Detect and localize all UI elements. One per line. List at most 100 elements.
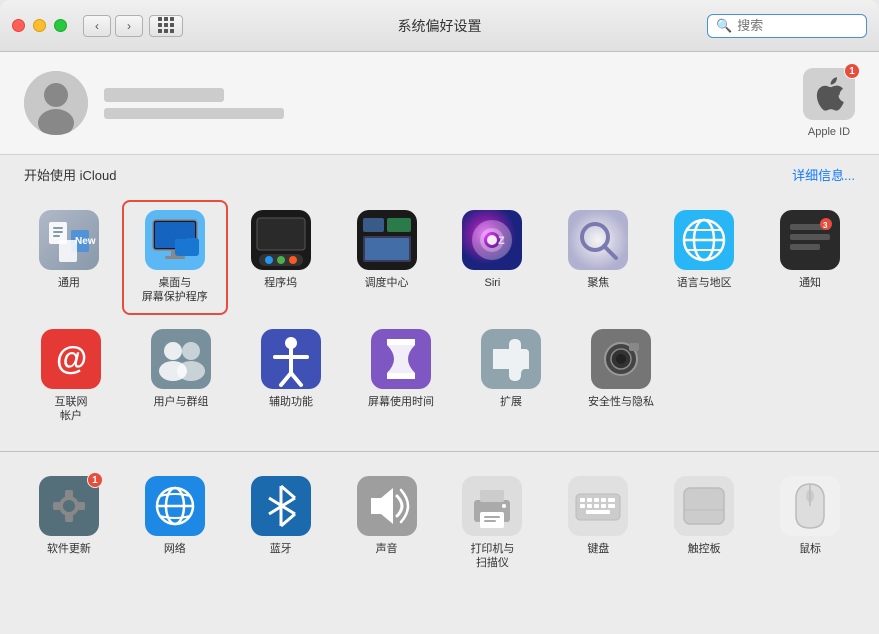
bottom-section: 1 软件更新 网络 (0, 456, 879, 595)
forward-button[interactable]: › (115, 15, 143, 37)
icon-item-mission[interactable]: 调度中心 (334, 200, 440, 315)
icon-item-security[interactable]: 安全性与隐私 (566, 319, 676, 434)
titlebar: ‹ › 系统偏好设置 🔍 (0, 0, 879, 52)
spotlight-icon (568, 210, 628, 270)
nav-buttons: ‹ › (83, 15, 143, 37)
icon-item-screentime[interactable]: 屏幕使用时间 (346, 319, 456, 434)
users-label: 用户与群组 (154, 395, 209, 409)
icon-item-printer[interactable]: 打印机与扫描仪 (440, 466, 546, 581)
icon-item-spotlight[interactable]: 聚焦 (545, 200, 651, 315)
sound-label: 声音 (376, 542, 398, 556)
profile-info (104, 88, 803, 119)
main-content: 1 Apple ID 开始使用 iCloud 详细信息... (0, 52, 879, 634)
network-icon (145, 476, 205, 536)
security-label: 安全性与隐私 (588, 395, 654, 409)
internet-icon: @ (41, 329, 101, 389)
icon-item-internet[interactable]: @ 互联网帐户 (16, 319, 126, 434)
apple-id-icon[interactable]: 1 (803, 68, 855, 120)
dock-label: 程序坞 (264, 276, 297, 290)
icon-item-users[interactable]: 用户与群组 (126, 319, 236, 434)
siri-icon: Z (462, 210, 522, 270)
icon-item-keyboard[interactable]: 键盘 (545, 466, 651, 581)
extensions-icon (481, 329, 541, 389)
profile-email (104, 108, 284, 119)
maximize-button[interactable] (54, 19, 67, 32)
svg-text:New: New (75, 236, 96, 247)
icon-item-bluetooth[interactable]: 蓝牙 (228, 466, 334, 581)
extensions-label: 扩展 (500, 395, 522, 409)
window-title: 系统偏好设置 (398, 16, 482, 36)
general-icon: New (39, 210, 99, 270)
apple-logo-icon (813, 76, 845, 112)
siri-label: Siri (484, 276, 500, 290)
section-separator (0, 451, 879, 452)
network-label: 网络 (164, 542, 186, 556)
close-button[interactable] (12, 19, 25, 32)
icloud-details-link[interactable]: 详细信息... (792, 165, 855, 184)
grid-view-button[interactable] (149, 15, 183, 37)
trackpad-label: 触控板 (688, 542, 721, 556)
trackpad-icon (674, 476, 734, 536)
icon-item-software[interactable]: 1 软件更新 (16, 466, 122, 581)
icons-section-row1: New 通用 (0, 190, 879, 447)
mouse-icon (780, 476, 840, 536)
icon-item-language[interactable]: 语言与地区 (651, 200, 757, 315)
apple-id-section[interactable]: 1 Apple ID (803, 68, 855, 138)
language-icon (674, 210, 734, 270)
sound-icon (357, 476, 417, 536)
desktop-icon (145, 210, 205, 270)
notification-label: 通知 (799, 276, 821, 290)
notification-icon: 3 (780, 210, 840, 270)
software-badge: 1 (87, 472, 103, 488)
bluetooth-label: 蓝牙 (270, 542, 292, 556)
bluetooth-icon (251, 476, 311, 536)
search-icon: 🔍 (716, 18, 732, 34)
keyboard-icon (568, 476, 628, 536)
avatar-icon (24, 71, 88, 135)
software-icon: 1 (39, 476, 99, 536)
icloud-bar: 开始使用 iCloud 详细信息... (0, 155, 879, 190)
svg-text:@: @ (56, 340, 87, 376)
spotlight-label: 聚焦 (587, 276, 609, 290)
svg-text:Z: Z (498, 235, 505, 247)
software-label: 软件更新 (47, 542, 91, 556)
users-icon (151, 329, 211, 389)
apple-id-badge: 1 (844, 63, 860, 79)
apple-id-label: Apple ID (808, 126, 850, 138)
icon-item-trackpad[interactable]: 触控板 (651, 466, 757, 581)
printer-icon (462, 476, 522, 536)
mouse-label: 鼠标 (799, 542, 821, 556)
icon-item-network[interactable]: 网络 (122, 466, 228, 581)
icon-item-dock[interactable]: 程序坞 (228, 200, 334, 315)
icon-item-general[interactable]: New 通用 (16, 200, 122, 315)
printer-label: 打印机与扫描仪 (470, 542, 514, 571)
icon-item-sound[interactable]: 声音 (334, 466, 440, 581)
avatar[interactable] (24, 71, 88, 135)
dock-icon (251, 210, 311, 270)
language-label: 语言与地区 (677, 276, 732, 290)
desktop-label: 桌面与屏幕保护程序 (142, 276, 208, 305)
icon-item-siri[interactable]: Z Siri (440, 200, 546, 315)
screentime-icon (371, 329, 431, 389)
minimize-button[interactable] (33, 19, 46, 32)
traffic-lights (12, 19, 67, 32)
internet-label: 互联网帐户 (55, 395, 88, 424)
icon-item-mouse[interactable]: 鼠标 (757, 466, 863, 581)
accessibility-label: 辅助功能 (269, 395, 313, 409)
icon-item-extensions[interactable]: 扩展 (456, 319, 566, 434)
search-box[interactable]: 🔍 (707, 14, 867, 38)
profile-name (104, 88, 224, 102)
search-input[interactable] (737, 18, 858, 33)
general-label: 通用 (58, 276, 80, 290)
mission-icon (357, 210, 417, 270)
svg-text:3: 3 (823, 221, 828, 230)
icloud-label: 开始使用 iCloud (24, 165, 116, 184)
icon-item-desktop[interactable]: 桌面与屏幕保护程序 (122, 200, 228, 315)
back-button[interactable]: ‹ (83, 15, 111, 37)
icon-item-notification[interactable]: 3 通知 (757, 200, 863, 315)
profile-section: 1 Apple ID (0, 52, 879, 155)
security-icon (591, 329, 651, 389)
icon-item-accessibility[interactable]: 辅助功能 (236, 319, 346, 434)
icons-row-2: @ 互联网帐户 用户与群组 (16, 319, 863, 434)
keyboard-label: 键盘 (587, 542, 609, 556)
